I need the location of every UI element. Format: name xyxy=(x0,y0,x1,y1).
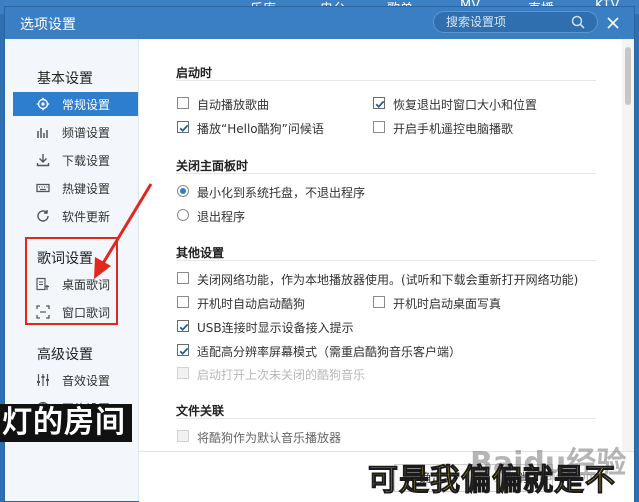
caption-overlay-bottom: 可是我偏偏就是不 xyxy=(368,463,616,499)
caption-overlay: 灯的房间 xyxy=(0,404,132,442)
